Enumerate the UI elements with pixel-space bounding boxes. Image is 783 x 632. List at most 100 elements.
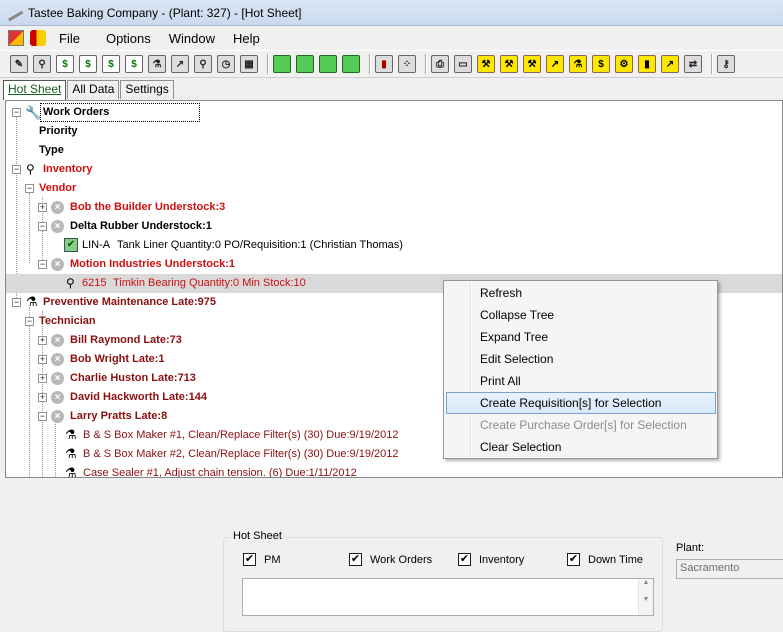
tool-yellow8-icon[interactable]: ▮ xyxy=(638,55,656,73)
scroll-down-icon[interactable]: ▼ xyxy=(639,596,653,603)
menu-options[interactable]: Options xyxy=(97,31,160,46)
checkbox-check-icon[interactable]: ✔ xyxy=(458,553,471,566)
type-label: Type xyxy=(39,144,64,156)
expand-icon[interactable]: + xyxy=(38,336,47,345)
tool-cost-icon[interactable]: $ xyxy=(56,55,74,73)
bob-wright-label: Bob Wright Late:1 xyxy=(70,353,165,365)
expand-icon[interactable]: + xyxy=(38,393,47,402)
expand-tree-menu-item[interactable]: Expand Tree xyxy=(446,326,716,348)
task-3-label: Case Sealer #1, Adjust chain tension. (6… xyxy=(83,467,357,478)
expand-icon[interactable]: + xyxy=(38,355,47,364)
tree-node-inventory[interactable]: − ⚲ Inventory xyxy=(6,160,782,179)
collapse-icon[interactable]: − xyxy=(25,184,34,193)
checkbox-check-icon[interactable]: ✔ xyxy=(349,553,362,566)
work-orders-checkbox[interactable]: ✔ Work Orders xyxy=(349,553,432,566)
tool-inventory-icon[interactable]: ⚲ xyxy=(33,55,51,73)
tool-cost3-icon[interactable]: $ xyxy=(102,55,120,73)
document-icon[interactable] xyxy=(30,30,46,46)
tool-key-icon[interactable]: ⚷ xyxy=(717,55,735,73)
checkbox-check-icon[interactable]: ✔ xyxy=(567,553,580,566)
tab-hot-sheet[interactable]: Hot Sheet xyxy=(3,80,67,100)
collapse-icon[interactable]: − xyxy=(38,412,47,421)
app-logo-icon xyxy=(4,4,24,21)
tool-report-icon[interactable]: ▦ xyxy=(240,55,258,73)
tool-yellow6-icon[interactable]: $ xyxy=(592,55,610,73)
tree-node-vendor[interactable]: − Vendor xyxy=(6,179,782,198)
create-requisition-menu-item[interactable]: Create Requisition[s] for Selection xyxy=(446,392,716,414)
down-time-checkbox[interactable]: ✔ Down Time xyxy=(567,553,643,566)
print-all-menu-item[interactable]: Print All xyxy=(446,370,716,392)
collapse-icon[interactable]: − xyxy=(12,165,21,174)
tool-green2-icon[interactable] xyxy=(296,55,314,73)
tree-node-bob-builder[interactable]: + × Bob the Builder Understock:3 xyxy=(6,198,782,217)
item-6215-code: 6215 xyxy=(82,277,107,289)
tool-chart-icon[interactable]: ↗ xyxy=(171,55,189,73)
checkbox-check-icon[interactable]: ✔ xyxy=(243,553,256,566)
tool-yellow2-icon[interactable]: ⚒ xyxy=(500,55,518,73)
scrollbar[interactable]: ▲ ▼ xyxy=(638,579,653,615)
tree-node-work-orders[interactable]: − 🔧 Work Orders xyxy=(6,103,782,122)
tool-bar-chart-icon[interactable]: ▮ xyxy=(375,55,393,73)
tool-export-icon[interactable]: ⇄ xyxy=(684,55,702,73)
collapse-icon[interactable]: − xyxy=(12,298,21,307)
collapse-icon[interactable]: − xyxy=(38,222,47,231)
task-1-label: B & S Box Maker #1, Clean/Replace Filter… xyxy=(83,429,399,441)
edit-selection-menu-item[interactable]: Edit Selection xyxy=(446,348,716,370)
tool-cost2-icon[interactable]: $ xyxy=(79,55,97,73)
tool-work-order-icon[interactable]: ✎ xyxy=(10,55,28,73)
system-menu-icon[interactable] xyxy=(8,30,24,46)
inventory-checkbox[interactable]: ✔ Inventory xyxy=(458,553,524,566)
larry-label: Larry Pratts Late:8 xyxy=(70,410,168,422)
notes-textarea[interactable]: ▲ ▼ xyxy=(242,578,654,616)
tab-strip: Hot Sheet All Data Settings xyxy=(3,80,175,100)
window-title: Tastee Baking Company - (Plant: 327) - [… xyxy=(28,5,302,20)
tool-print-icon[interactable]: ⎙ xyxy=(431,55,449,73)
delta-rubber-label: Delta Rubber Understock:1 xyxy=(70,220,212,232)
tool-scatter-icon[interactable]: ⁘ xyxy=(398,55,416,73)
tool-yellow3-icon[interactable]: ⚒ xyxy=(523,55,541,73)
tree-node-delta-rubber[interactable]: − × Delta Rubber Understock:1 xyxy=(6,217,782,236)
tree-node-type[interactable]: Type xyxy=(6,141,782,160)
collapse-icon[interactable]: − xyxy=(38,260,47,269)
tool-search-icon[interactable]: ⚲ xyxy=(194,55,212,73)
tab-settings[interactable]: Settings xyxy=(120,80,174,99)
expand-icon[interactable]: + xyxy=(38,203,47,212)
menu-help[interactable]: Help xyxy=(224,31,269,46)
refresh-menu-item[interactable]: Refresh xyxy=(446,282,716,304)
tool-yellow7-icon[interactable]: ⚙ xyxy=(615,55,633,73)
tool-pm-icon[interactable]: ⚗ xyxy=(148,55,166,73)
menu-file[interactable]: File xyxy=(50,31,89,46)
tree-node-priority[interactable]: Priority xyxy=(6,122,782,141)
collapse-icon[interactable]: − xyxy=(12,108,21,117)
pm-checkbox[interactable]: ✔ PM xyxy=(243,553,281,566)
tool-yellow1-icon[interactable]: ⚒ xyxy=(477,55,495,73)
tool-yellow5-icon[interactable]: ⚗ xyxy=(569,55,587,73)
expand-icon[interactable]: + xyxy=(38,374,47,383)
toolbar: ✎ ⚲ $ $ $ $ ⚗ ↗ ⚲ ◷ ▦ ▮ ⁘ ⎙ ▭ ⚒ ⚒ ⚒ ↗ ⚗ … xyxy=(0,50,783,78)
clear-selection-menu-item[interactable]: Clear Selection xyxy=(446,436,716,458)
tree-node-motion[interactable]: − × Motion Industries Understock:1 xyxy=(6,255,782,274)
close-circle-icon: × xyxy=(51,410,64,423)
tool-cost4-icon[interactable]: $ xyxy=(125,55,143,73)
collapse-icon[interactable]: − xyxy=(25,317,34,326)
tool-yellow4-icon[interactable]: ↗ xyxy=(546,55,564,73)
tree-node-task-3[interactable]: ⚗ Case Sealer #1, Adjust chain tension. … xyxy=(6,464,782,478)
scroll-up-icon[interactable]: ▲ xyxy=(639,579,653,586)
collapse-tree-menu-item[interactable]: Collapse Tree xyxy=(446,304,716,326)
plant-select[interactable]: Sacramento xyxy=(676,559,783,579)
tool-clock-icon[interactable]: ◷ xyxy=(217,55,235,73)
tool-green1-icon[interactable] xyxy=(273,55,291,73)
tool-green4-icon[interactable] xyxy=(342,55,360,73)
work-orders-label: Work Orders xyxy=(43,106,110,118)
context-menu: Refresh Collapse Tree Expand Tree Edit S… xyxy=(443,280,718,459)
tab-all-data[interactable]: All Data xyxy=(67,80,120,99)
tool-green3-icon[interactable] xyxy=(319,55,337,73)
tool-graph-icon[interactable]: ▭ xyxy=(454,55,472,73)
tool-yellow9-icon[interactable]: ↗ xyxy=(661,55,679,73)
bill-label: Bill Raymond Late:73 xyxy=(70,334,182,346)
menu-window[interactable]: Window xyxy=(160,31,224,46)
bottom-panel: Hot Sheet ✔ PM ✔ Work Orders ✔ Inventory… xyxy=(0,479,783,632)
tree-node-lin-a[interactable]: ✔ LIN-A Tank Liner Quantity:0 PO/Requisi… xyxy=(6,236,782,255)
close-circle-icon: × xyxy=(51,353,64,366)
lab-flask-icon: ⚗ xyxy=(65,465,77,478)
